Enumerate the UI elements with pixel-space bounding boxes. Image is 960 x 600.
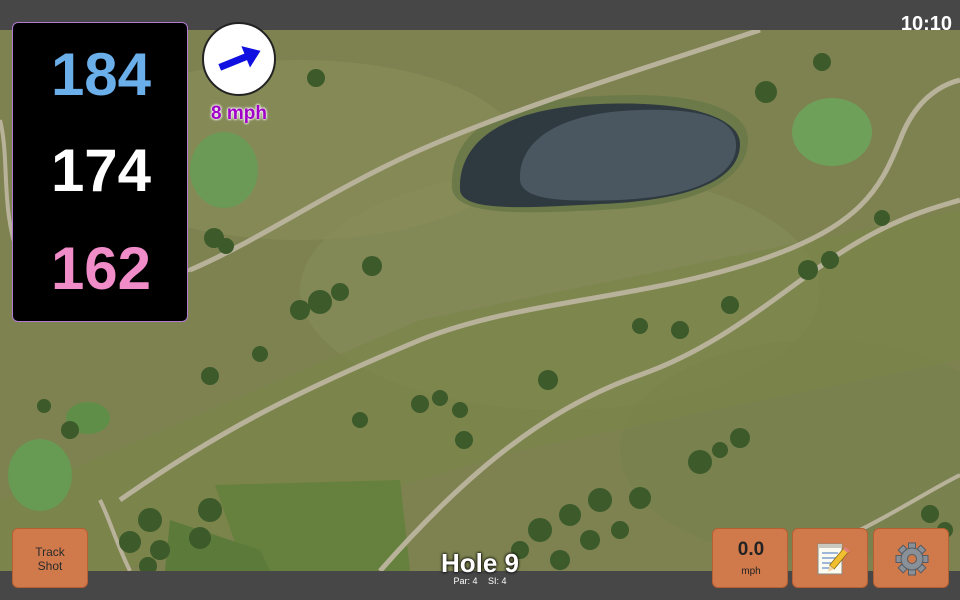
gear-icon bbox=[874, 529, 950, 589]
track-shot-label-line2: Shot bbox=[37, 559, 63, 573]
distance-middle: 174 bbox=[50, 137, 152, 204]
notes-button[interactable] bbox=[792, 528, 868, 588]
speed-unit: mph bbox=[741, 566, 761, 577]
hole-stroke-index: SI: 4 bbox=[488, 576, 507, 586]
track-shot-label-line1: Track bbox=[35, 545, 65, 559]
hole-par: Par: 4 bbox=[453, 576, 478, 586]
distance-panel: 184 174 162 bbox=[12, 22, 188, 322]
hole-info: Par: 4 SI: 4 bbox=[400, 577, 560, 586]
hole-title: Hole 9 bbox=[440, 548, 520, 578]
wind-direction-arrow-icon bbox=[218, 46, 261, 71]
speed-button[interactable]: 0.0 mph bbox=[712, 528, 788, 588]
notepad-icon bbox=[793, 529, 869, 589]
distance-back: 184 bbox=[50, 41, 152, 108]
speed-value: 0.0 bbox=[737, 539, 765, 560]
track-shot-button[interactable]: Track Shot bbox=[12, 528, 88, 588]
distance-front: 162 bbox=[50, 235, 152, 302]
wind-speed: 8 mph bbox=[211, 103, 267, 124]
settings-button[interactable] bbox=[873, 528, 949, 588]
wind-indicator bbox=[202, 22, 276, 96]
